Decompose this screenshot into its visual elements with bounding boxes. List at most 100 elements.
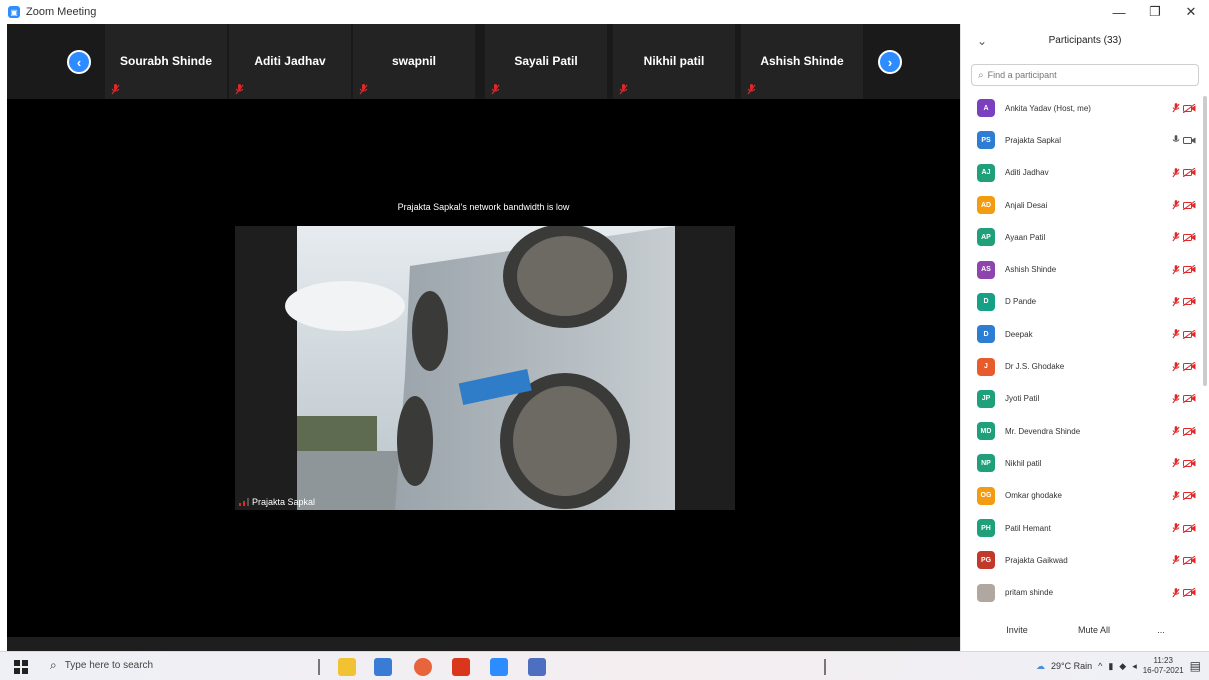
app-icon[interactable]	[528, 658, 546, 676]
video-off-icon[interactable]	[1183, 329, 1196, 339]
muted-mic-icon[interactable]	[1172, 329, 1180, 339]
video-tile[interactable]: Ashish Shinde	[741, 24, 863, 99]
participant-row[interactable]: pritam shinde	[961, 576, 1209, 608]
weather-text[interactable]: 29°C Rain	[1051, 661, 1092, 671]
participant-status	[1172, 135, 1196, 145]
video-off-icon[interactable]	[1183, 491, 1196, 501]
wifi-icon[interactable]: ◆	[1119, 661, 1126, 672]
participant-status	[1172, 426, 1196, 436]
participant-row[interactable]: A Ankita Yadav (Host, me)	[961, 92, 1209, 124]
muted-mic-icon[interactable]	[1172, 426, 1180, 436]
title-bar: ▣ Zoom Meeting — ❐ ✕	[0, 0, 1209, 24]
muted-mic-icon[interactable]	[1172, 393, 1180, 404]
zoom-taskbar-icon[interactable]	[490, 658, 508, 676]
scrollbar[interactable]	[1203, 96, 1207, 386]
office-icon[interactable]	[452, 658, 470, 676]
video-off-icon[interactable]	[1183, 200, 1196, 210]
window-title: Zoom Meeting	[26, 6, 97, 18]
video-tile[interactable]: swapnil	[353, 24, 475, 99]
active-speaker-video[interactable]: Prajakta Sapkal	[235, 226, 735, 510]
participant-row[interactable]: PH Patil Hemant	[961, 512, 1209, 544]
muted-mic-icon[interactable]	[1172, 103, 1180, 113]
video-tile[interactable]: Sayali Patil	[485, 24, 607, 99]
mic-icon[interactable]	[1172, 135, 1180, 145]
video-off-icon[interactable]	[1183, 232, 1196, 242]
store-icon[interactable]	[374, 658, 392, 676]
close-button[interactable]: ✕	[1173, 0, 1209, 24]
battery-icon[interactable]: ▮	[1108, 661, 1113, 672]
volume-icon[interactable]: ◂	[1132, 661, 1137, 672]
participant-row[interactable]: AS Ashish Shinde	[961, 253, 1209, 285]
video-tile[interactable]: Sourabh Shinde	[105, 24, 227, 99]
muted-mic-icon[interactable]	[1172, 490, 1180, 501]
strip-prev-button[interactable]: ‹	[67, 50, 91, 74]
network-warning: Prajakta Sapkal's network bandwidth is l…	[397, 202, 570, 212]
windows-start-icon[interactable]	[14, 660, 28, 674]
muted-mic-icon[interactable]	[1172, 264, 1180, 275]
chevron-up-icon[interactable]: ^	[1098, 661, 1102, 671]
video-off-icon[interactable]	[1183, 426, 1196, 436]
participant-row[interactable]: D Deepak	[961, 318, 1209, 350]
participant-row[interactable]: MD Mr. Devendra Shinde	[961, 415, 1209, 447]
muted-mic-icon[interactable]	[1172, 167, 1180, 178]
video-off-icon[interactable]	[1183, 168, 1196, 178]
avatar: J	[977, 357, 995, 376]
tile-name: Aditi Jadhav	[254, 54, 326, 68]
strip-next-button[interactable]: ›	[878, 50, 902, 74]
notification-icon[interactable]: ▤	[1190, 659, 1201, 673]
firefox-icon[interactable]	[414, 658, 432, 676]
avatar: NP	[977, 454, 995, 473]
video-tile[interactable]: Aditi Jadhav	[229, 24, 351, 99]
avatar: MD	[977, 422, 995, 441]
muted-mic-icon[interactable]	[1172, 297, 1180, 307]
maximize-button[interactable]: ❐	[1137, 0, 1173, 24]
file-explorer-icon[interactable]	[338, 658, 356, 676]
participant-row[interactable]: AP Ayaan Patil	[961, 221, 1209, 253]
more-button[interactable]: ...	[1149, 619, 1173, 641]
participant-strip: ‹ Sourabh Shinde Aditi Jadhav swapnil Sa…	[7, 24, 960, 99]
video-off-icon[interactable]	[1183, 103, 1196, 113]
muted-mic-icon[interactable]	[1172, 587, 1180, 598]
video-off-icon[interactable]	[1183, 297, 1196, 307]
participant-row[interactable]: NP Nikhil patil	[961, 447, 1209, 479]
tile-name: swapnil	[391, 54, 436, 68]
participant-name: Ayaan Patil	[1005, 232, 1046, 242]
taskbar-search[interactable]: ⌕ Type here to search	[50, 658, 153, 673]
video-off-icon[interactable]	[1183, 555, 1196, 565]
participant-name: Ankita Yadav (Host, me)	[1005, 103, 1091, 113]
participant-row[interactable]: PG Prajakta Gaikwad	[961, 544, 1209, 576]
participant-row[interactable]: JP Jyoti Patil	[961, 383, 1209, 415]
participant-row[interactable]: J Dr J.S. Ghodake	[961, 350, 1209, 382]
participant-name: pritam shinde	[1005, 588, 1054, 598]
participant-row[interactable]: AJ Aditi Jadhav	[961, 157, 1209, 189]
muted-mic-icon[interactable]	[1172, 555, 1180, 565]
video-icon[interactable]	[1183, 136, 1196, 145]
clock[interactable]: 11:23 16-07-2021	[1143, 656, 1184, 676]
video-off-icon[interactable]	[1183, 588, 1196, 598]
muted-mic-icon[interactable]	[1172, 523, 1180, 533]
video-off-icon[interactable]	[1183, 458, 1196, 468]
mute-all-button[interactable]: Mute All	[1069, 619, 1119, 641]
participant-row[interactable]: D D Pande	[961, 286, 1209, 318]
invite-button[interactable]: Invite	[995, 619, 1039, 641]
muted-mic-icon	[111, 84, 120, 95]
muted-mic-icon[interactable]	[1172, 232, 1180, 242]
muted-mic-icon[interactable]	[1172, 200, 1180, 210]
participant-search-input[interactable]	[987, 70, 1178, 80]
participant-row[interactable]: PS Prajakta Sapkal	[961, 124, 1209, 156]
clock-date: 16-07-2021	[1142, 666, 1184, 675]
video-off-icon[interactable]	[1183, 362, 1196, 372]
video-off-icon[interactable]	[1183, 523, 1196, 533]
muted-mic-icon[interactable]	[1172, 458, 1180, 468]
tile-name: Nikhil patil	[643, 54, 705, 68]
video-off-icon[interactable]	[1183, 265, 1196, 275]
tile-name: Ashish Shinde	[760, 54, 844, 68]
collapse-icon[interactable]: ⌄	[977, 34, 987, 48]
participant-row[interactable]: AD Anjali Desai	[961, 189, 1209, 221]
video-tile[interactable]: Nikhil patil	[613, 24, 735, 99]
participant-row[interactable]: OG Omkar ghodake	[961, 480, 1209, 512]
muted-mic-icon[interactable]	[1172, 361, 1180, 372]
participant-search[interactable]: ⌕	[971, 64, 1199, 86]
minimize-button[interactable]: —	[1101, 0, 1137, 24]
video-off-icon[interactable]	[1183, 394, 1196, 404]
